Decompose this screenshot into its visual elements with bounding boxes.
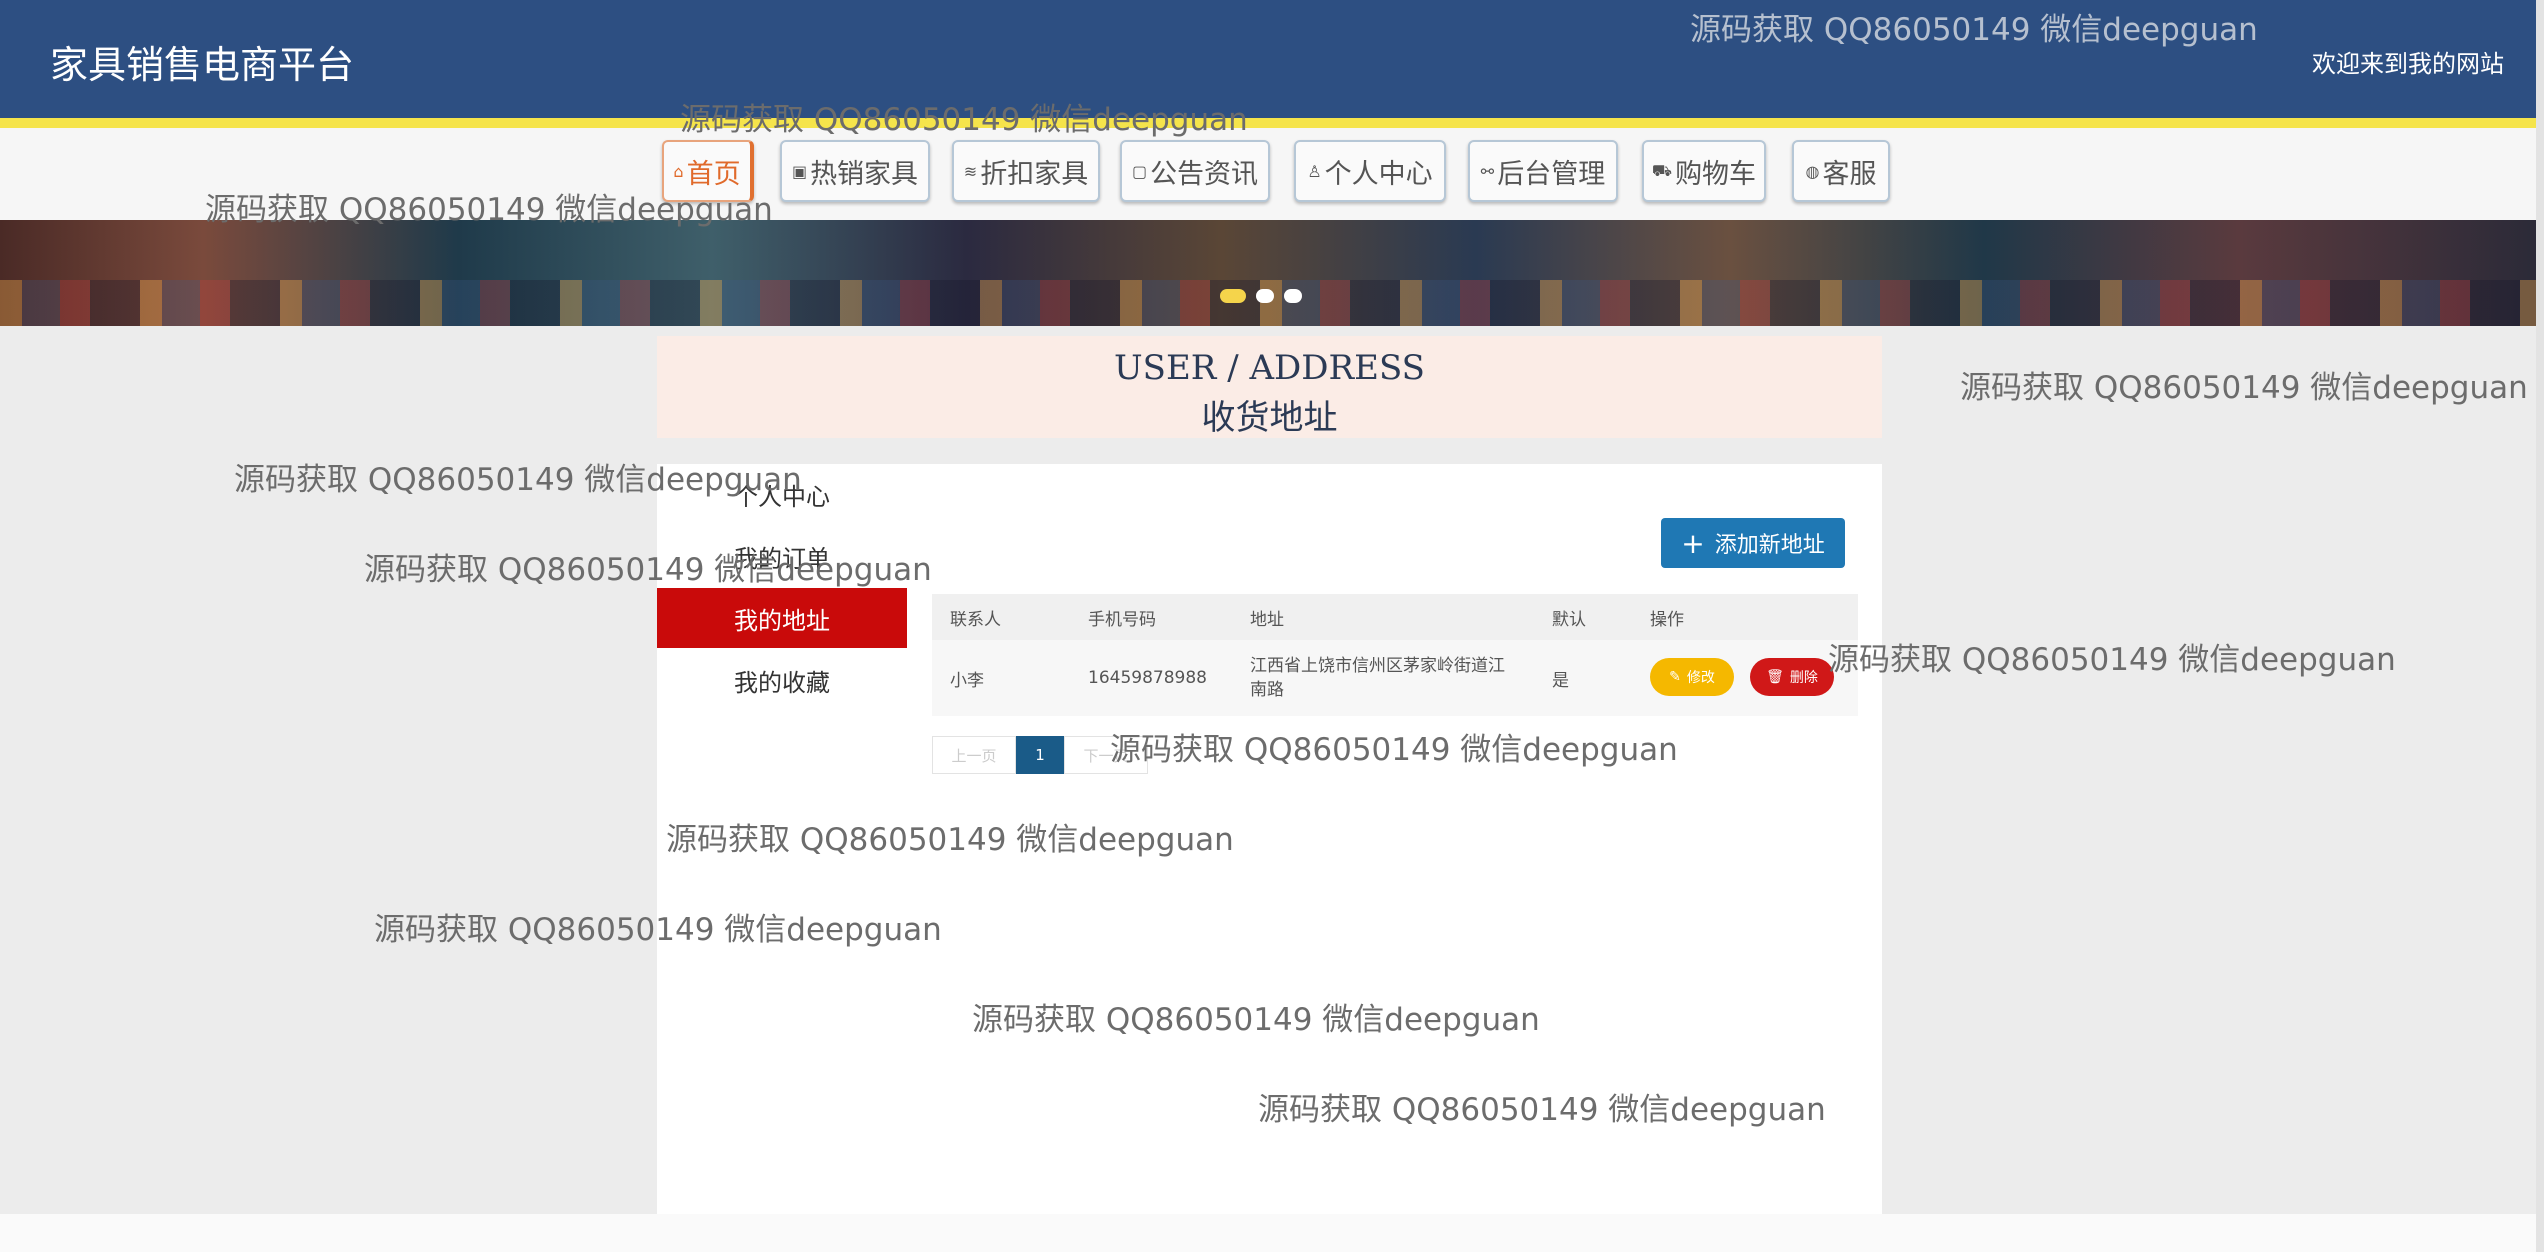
home-icon: ⌂ [673,161,684,181]
chat-icon: ◍ [1805,161,1820,181]
watermark: 源码获取 QQ86050149 微信deepguan [205,192,773,228]
nav-label: 折扣家具 [980,158,1089,190]
address-table: 联系人 手机号码 地址 默认 操作 小李 16459878988 江西省上饶市信… [932,594,1858,716]
watermark: 源码获取 QQ86050149 微信deepguan [666,822,1234,858]
page-1-button[interactable]: 1 [1016,736,1064,774]
cart-icon: ⛟ [1651,160,1673,180]
layers-icon: ≋ [963,161,978,181]
edit-button[interactable]: ✎ 修改 [1650,658,1734,696]
watermark: 源码获取 QQ86050149 微信deepguan [972,1002,1540,1038]
watermark: 源码获取 QQ86050149 微信deepguan [1828,642,2396,678]
col-contact: 联系人 [950,609,1001,630]
welcome-text: 欢迎来到我的网站 [2312,50,2504,78]
nav-label: 公告资讯 [1150,158,1259,190]
edit-label: 修改 [1686,670,1715,686]
delete-button[interactable]: 🗑 删除 [1750,658,1834,696]
nav-cart[interactable]: ⛟ 购物车 [1642,140,1766,202]
trash-icon: 🗑 [1766,669,1784,685]
table-header: 联系人 手机号码 地址 默认 操作 [932,594,1858,640]
nav-label: 客服 [1822,158,1877,190]
banner-carousel [0,220,2544,326]
watermark: 源码获取 QQ86050149 微信deepguan [364,552,932,588]
nav-admin[interactable]: ⚯ 后台管理 [1468,140,1618,202]
page-title-box: USER / ADDRESS 收货地址 [657,336,1882,438]
watermark: 源码获取 QQ86050149 微信deepguan [1110,732,1678,768]
page-scrollbar[interactable] [2536,0,2544,1252]
nav-label: 后台管理 [1497,158,1606,190]
carousel-dot[interactable] [1284,289,1302,303]
watermark: 源码获取 QQ86050149 微信deepguan [234,462,802,498]
site-brand[interactable]: 家具销售电商平台 [50,34,354,89]
nav-label: 个人中心 [1324,158,1433,190]
sidebar-item-address[interactable]: 我的地址 [657,588,907,648]
cell-contact: 小李 [950,670,984,691]
cell-phone: 16459878988 [1088,668,1207,688]
header-accent-bar [0,118,2544,128]
watermark: 源码获取 QQ86050149 微信deepguan [1258,1092,1826,1128]
delete-label: 删除 [1789,670,1818,686]
cell-address: 江西省上饶市信州区茅家岭街道江南路 [1250,656,1505,700]
nav-hot-furniture[interactable]: ▣ 热销家具 [780,140,930,202]
nav-announcements[interactable]: ▢ 公告资讯 [1120,140,1270,202]
add-address-label: 添加新地址 [1714,533,1825,558]
nav-label: 购物车 [1675,158,1757,190]
page-footer-strip [0,1214,2544,1252]
pencil-icon: ✎ [1669,669,1681,685]
col-default: 默认 [1552,609,1586,630]
watermark: 源码获取 QQ86050149 微信deepguan [374,912,942,948]
prev-page-button[interactable]: 上一页 [932,736,1016,774]
carousel-dot[interactable] [1256,289,1274,303]
add-address-button[interactable]: + 添加新地址 [1661,518,1845,568]
col-address: 地址 [1250,609,1284,630]
nav-discount-furniture[interactable]: ≋ 折扣家具 [952,140,1100,202]
col-actions: 操作 [1650,609,1684,630]
carousel-dot[interactable] [1220,289,1246,303]
nav-personal-center[interactable]: ♙ 个人中心 [1294,140,1446,202]
page-title-cn: 收货地址 [1201,398,1338,438]
table-row: 小李 16459878988 江西省上饶市信州区茅家岭街道江南路 是 ✎ 修改 🗑… [932,640,1858,716]
note-icon: ▢ [1131,161,1148,181]
col-phone: 手机号码 [1088,609,1156,630]
watermark: 源码获取 QQ86050149 微信deepguan [1960,370,2528,406]
watermark: 源码获取 QQ86050149 微信deepguan [1690,12,2258,48]
carousel-indicators [1220,288,1312,307]
user-icon: ♙ [1307,161,1322,181]
cell-default: 是 [1552,670,1569,691]
page-title-en: USER / ADDRESS [1114,348,1425,388]
watermark: 源码获取 QQ86050149 微信deepguan [680,102,1248,138]
gift-icon: ▣ [791,161,808,181]
sidebar-item-favorites[interactable]: 我的收藏 [657,650,907,710]
nav-label: 热销家具 [810,158,919,190]
plus-icon: + [1681,526,1705,560]
link-icon: ⚯ [1480,161,1495,181]
nav-customer-service[interactable]: ◍ 客服 [1792,140,1890,202]
